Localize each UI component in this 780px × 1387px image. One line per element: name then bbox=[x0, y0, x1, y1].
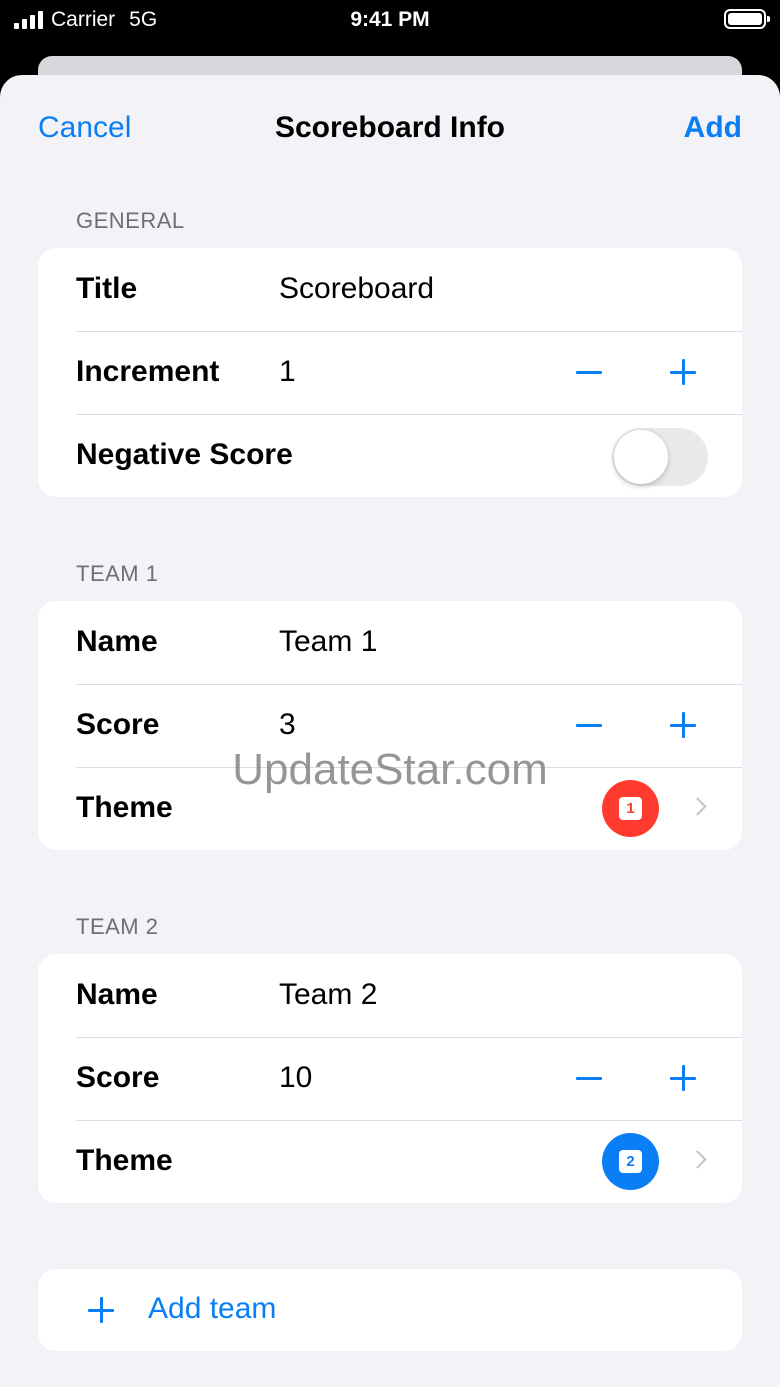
team-1-score-label: Score bbox=[76, 708, 160, 741]
team-2-theme-badge-number: 2 bbox=[619, 1150, 642, 1173]
team-1-name-field[interactable]: Team 1 bbox=[279, 625, 377, 659]
title-label: Title bbox=[76, 272, 138, 305]
team-2-card: Name Team 2 Score 10 Theme 2 bbox=[38, 954, 742, 1203]
team-1-theme-badge-number: 1 bbox=[619, 797, 642, 820]
title-field[interactable]: Scoreboard bbox=[279, 272, 434, 306]
team-1-name-label: Name bbox=[76, 625, 158, 658]
negative-score-label: Negative Score bbox=[76, 438, 293, 471]
cancel-button[interactable]: Cancel bbox=[38, 111, 131, 145]
team-1-theme-label: Theme bbox=[76, 791, 173, 824]
team-2-theme-badge: 2 bbox=[602, 1133, 659, 1190]
increment-minus-button[interactable] bbox=[566, 349, 612, 395]
team-2-name-label: Name bbox=[76, 978, 158, 1011]
team-1-score-stepper bbox=[566, 702, 706, 748]
team-2-theme-label: Theme bbox=[76, 1144, 173, 1177]
team-2-theme-row[interactable]: Theme 2 bbox=[38, 1120, 742, 1203]
team-2-score-plus-button[interactable] bbox=[660, 1055, 706, 1101]
battery-icon bbox=[724, 9, 770, 29]
team-2-score-stepper bbox=[566, 1055, 706, 1101]
increment-row: Increment 1 bbox=[38, 331, 742, 414]
team-1-score-row: Score 3 bbox=[38, 684, 742, 767]
toggle-knob bbox=[614, 430, 668, 484]
section-header-team-1: TEAM 1 bbox=[76, 561, 159, 586]
negative-score-toggle[interactable] bbox=[612, 428, 708, 486]
increment-value: 1 bbox=[279, 355, 296, 388]
team-2-score-minus-button[interactable] bbox=[566, 1055, 612, 1101]
chevron-right-icon bbox=[688, 797, 707, 816]
team-1-score-value: 3 bbox=[279, 708, 296, 741]
team-2-score-row: Score 10 bbox=[38, 1037, 742, 1120]
add-button[interactable]: Add bbox=[684, 111, 742, 145]
chevron-right-icon bbox=[688, 1150, 707, 1169]
increment-plus-button[interactable] bbox=[660, 349, 706, 395]
team-1-theme-badge: 1 bbox=[602, 780, 659, 837]
add-team-label: Add team bbox=[148, 1292, 277, 1325]
team-2-score-label: Score bbox=[76, 1061, 160, 1094]
navigation-bar: Cancel Scoreboard Info Add bbox=[0, 75, 780, 185]
add-team-button[interactable]: Add team bbox=[38, 1269, 742, 1351]
team-1-score-minus-button[interactable] bbox=[566, 702, 612, 748]
team-2-name-field[interactable]: Team 2 bbox=[279, 978, 377, 1012]
section-header-team-2: TEAM 2 bbox=[76, 914, 159, 939]
section-header-general: GENERAL bbox=[76, 208, 185, 233]
negative-score-row: Negative Score bbox=[38, 414, 742, 497]
status-time: 9:41 PM bbox=[350, 8, 430, 31]
increment-stepper bbox=[566, 349, 706, 395]
add-team-card: Add team bbox=[38, 1269, 742, 1351]
title-row: Title Scoreboard bbox=[38, 248, 742, 331]
plus-icon bbox=[88, 1297, 114, 1323]
team-1-theme-row[interactable]: Theme 1 bbox=[38, 767, 742, 850]
team-1-card: Name Team 1 Score 3 Theme 1 bbox=[38, 601, 742, 850]
team-1-score-plus-button[interactable] bbox=[660, 702, 706, 748]
increment-label: Increment bbox=[76, 355, 220, 388]
scoreboard-info-sheet: Cancel Scoreboard Info Add GENERAL Title… bbox=[0, 75, 780, 1387]
status-bar: Carrier 5G 9:41 PM bbox=[0, 0, 780, 40]
team-2-score-value: 10 bbox=[279, 1061, 313, 1094]
team-2-name-row: Name Team 2 bbox=[38, 954, 742, 1037]
general-card: Title Scoreboard Increment 1 Negative Sc… bbox=[38, 248, 742, 497]
team-1-name-row: Name Team 1 bbox=[38, 601, 742, 684]
